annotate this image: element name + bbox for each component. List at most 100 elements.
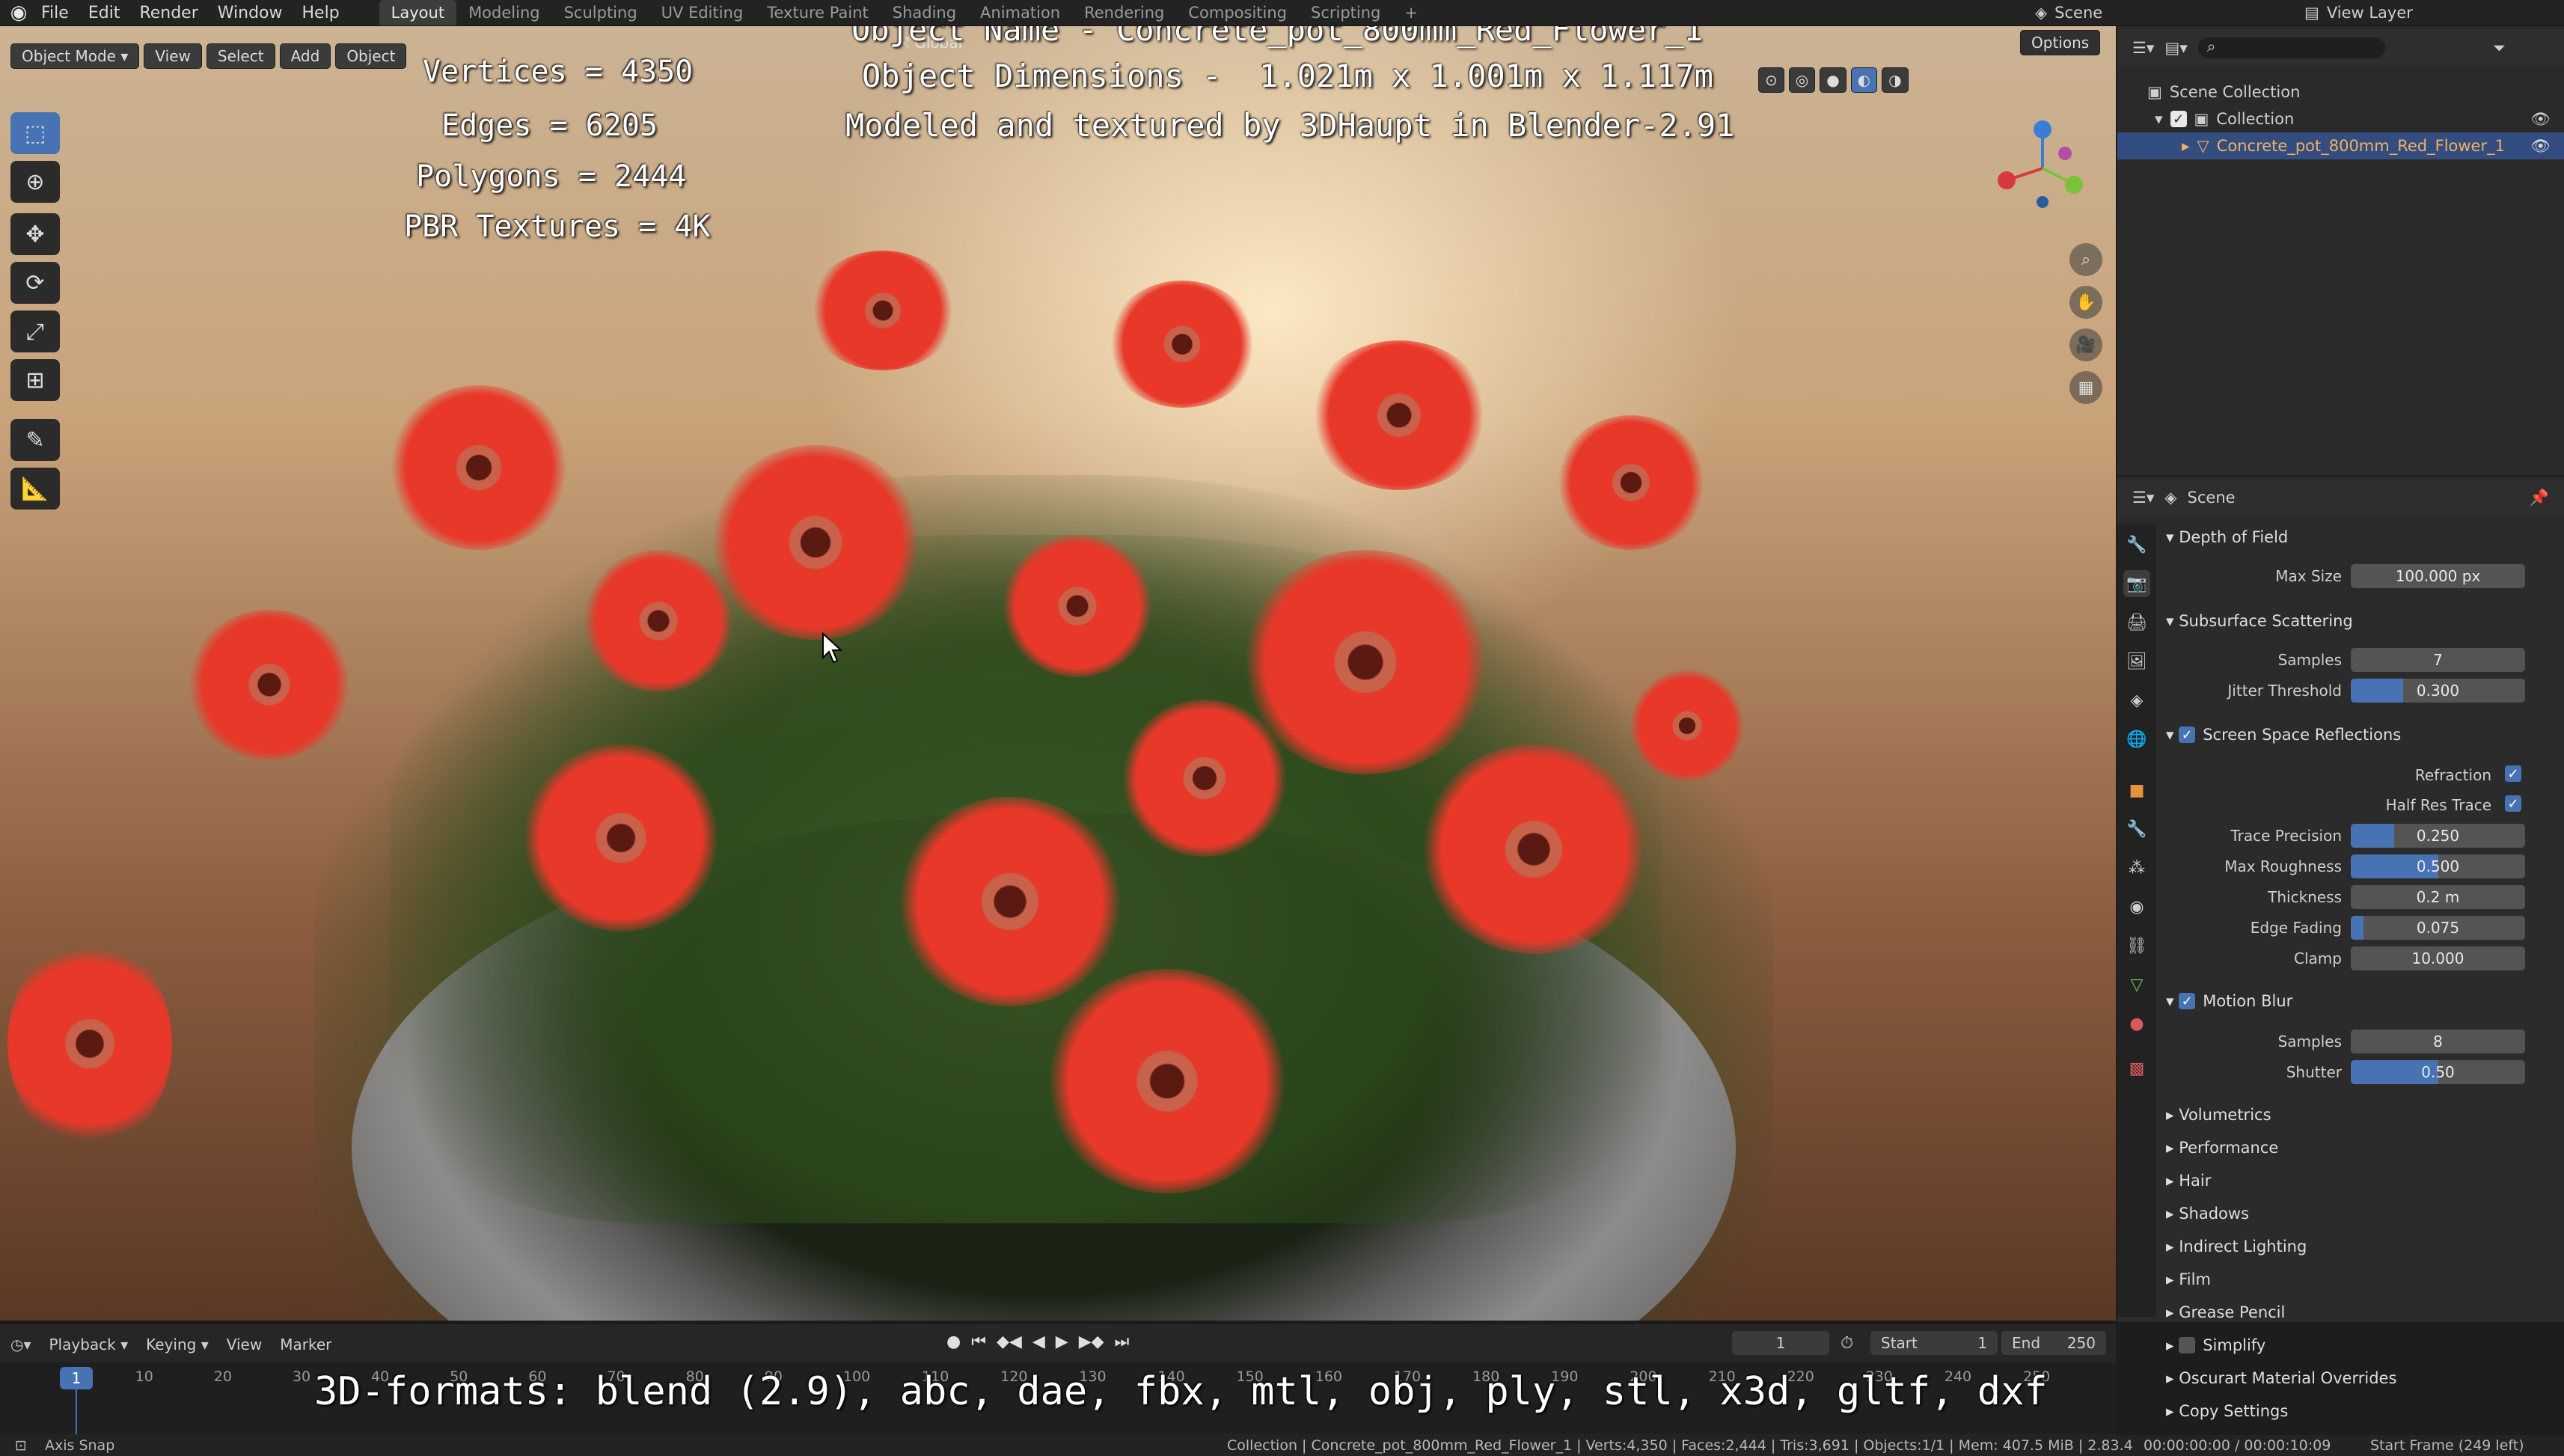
- object-menu[interactable]: Object: [335, 43, 407, 69]
- section-grease-pencil[interactable]: ▸ Grease Pencil: [2166, 1299, 2555, 1326]
- editor-type-icon[interactable]: ☰▾: [2132, 489, 2154, 507]
- section-motion-blur[interactable]: ▾ ✓ Motion Blur: [2166, 988, 2555, 1015]
- view-menu[interactable]: View: [144, 43, 202, 69]
- 3d-viewport[interactable]: Object Mode ▾ View Select Add Object ⤧ G…: [0, 26, 2116, 1321]
- menu-render[interactable]: Render: [129, 4, 207, 22]
- object-tab-icon[interactable]: ■: [2123, 777, 2150, 804]
- solid-shading-icon[interactable]: ●: [1820, 67, 1846, 93]
- start-frame-field[interactable]: Start 1: [1870, 1331, 1998, 1355]
- tab-compositing[interactable]: Compositing: [1176, 0, 1299, 25]
- section-hair[interactable]: ▸ Hair: [2166, 1167, 2555, 1194]
- section-volumetrics[interactable]: ▸ Volumetrics: [2166, 1101, 2555, 1128]
- select-menu[interactable]: Select: [206, 43, 275, 69]
- max-size-field[interactable]: 100.000 px: [2351, 564, 2525, 588]
- ortho-grid-icon[interactable]: ▦: [2069, 371, 2102, 404]
- options-button[interactable]: Options: [2020, 30, 2101, 55]
- section-subsurface-scattering[interactable]: ▾ Subsurface Scattering: [2166, 608, 2555, 634]
- menu-file[interactable]: File: [31, 4, 79, 22]
- next-keyframe-icon[interactable]: ▶◆: [1079, 1333, 1104, 1351]
- cursor-tool-icon[interactable]: ⊕: [10, 161, 60, 203]
- stopwatch-icon[interactable]: ⏱: [1841, 1334, 1853, 1353]
- tool-tab-icon[interactable]: 🔧: [2123, 531, 2150, 558]
- filter-icon[interactable]: ⏷: [2493, 39, 2506, 58]
- tab-modeling[interactable]: Modeling: [456, 0, 552, 25]
- measure-tool-icon[interactable]: 📐: [10, 468, 60, 510]
- tab-uv-editing[interactable]: UV Editing: [649, 0, 756, 25]
- annotate-tool-icon[interactable]: ✎: [10, 419, 60, 461]
- scale-tool-icon[interactable]: ⤢: [10, 311, 60, 352]
- move-tool-icon[interactable]: ✥: [10, 213, 60, 255]
- jump-end-icon[interactable]: ⏭: [1115, 1333, 1130, 1351]
- section-depth-of-field[interactable]: ▾ Depth of Field: [2166, 524, 2555, 551]
- tab-animation[interactable]: Animation: [968, 0, 1072, 25]
- view-layer-selector[interactable]: ▤ View Layer: [2304, 0, 2413, 25]
- mb-samples-field[interactable]: 8: [2351, 1030, 2525, 1053]
- expand-arrow-icon[interactable]: ▾: [2155, 110, 2163, 128]
- edge-fading-slider[interactable]: 0.075: [2351, 916, 2525, 940]
- tab-texture-paint[interactable]: Texture Paint: [755, 0, 881, 25]
- scene-selector[interactable]: ◈ Scene: [2035, 0, 2102, 25]
- section-screen-space-reflections[interactable]: ▾ ✓ Screen Space Reflections: [2166, 721, 2555, 748]
- max-roughness-slider[interactable]: 0.500: [2351, 854, 2525, 878]
- material-shading-icon[interactable]: ◐: [1850, 67, 1878, 93]
- clamp-field[interactable]: 10.000: [2351, 946, 2525, 970]
- pan-hand-icon[interactable]: ✋: [2069, 286, 2102, 319]
- keying-menu[interactable]: Keying ▾: [146, 1336, 209, 1353]
- visibility-eye-icon[interactable]: 👁: [2530, 110, 2551, 129]
- end-frame-field[interactable]: End 250: [2001, 1331, 2106, 1355]
- editor-type-icon[interactable]: ◷▾: [10, 1336, 31, 1353]
- editor-type-icon[interactable]: ☰▾: [2132, 39, 2154, 57]
- overlay-toggle-icon[interactable]: ⊙: [1758, 67, 1784, 93]
- tab-sculpting[interactable]: Sculpting: [552, 0, 649, 25]
- sss-samples-field[interactable]: 7: [2351, 648, 2525, 672]
- section-shadows[interactable]: ▸ Shadows: [2166, 1200, 2555, 1227]
- outliner-search-input[interactable]: ⌕: [2197, 37, 2385, 58]
- output-tab-icon[interactable]: 🖨: [2123, 609, 2150, 636]
- jump-start-icon[interactable]: ⏮: [971, 1333, 986, 1351]
- wireframe-shading-icon[interactable]: ◎: [1788, 67, 1816, 93]
- motion-blur-checkbox[interactable]: ✓: [2179, 993, 2196, 1009]
- outliner-row-scene-collection[interactable]: ▣ Scene Collection: [2117, 79, 2564, 105]
- tab-layout[interactable]: Layout: [379, 0, 457, 25]
- mode-dropdown[interactable]: Object Mode ▾: [10, 43, 140, 69]
- navigation-gizmo[interactable]: [1990, 116, 2095, 221]
- tab-scripting[interactable]: Scripting: [1299, 0, 1392, 25]
- menu-window[interactable]: Window: [208, 4, 293, 22]
- tab-shading[interactable]: Shading: [881, 0, 968, 25]
- transform-tool-icon[interactable]: ⊞: [10, 359, 60, 401]
- shutter-slider[interactable]: 0.50: [2351, 1060, 2525, 1084]
- data-tab-icon[interactable]: ▽: [2123, 971, 2150, 998]
- section-oscurart-material-overrides[interactable]: ▸ Oscurart Material Overrides: [2166, 1365, 2555, 1392]
- marker-menu[interactable]: Marker: [280, 1336, 331, 1353]
- play-icon[interactable]: ▶: [1056, 1333, 1068, 1351]
- add-workspace-icon[interactable]: +: [1392, 0, 1430, 25]
- record-icon[interactable]: ●: [946, 1333, 961, 1351]
- tab-rendering[interactable]: Rendering: [1072, 0, 1176, 25]
- expand-arrow-icon[interactable]: ▸: [2182, 137, 2190, 155]
- blender-logo-icon[interactable]: ◉: [6, 0, 31, 25]
- section-indirect-lighting[interactable]: ▸ Indirect Lighting: [2166, 1233, 2555, 1260]
- visibility-eye-icon[interactable]: 👁: [2530, 137, 2551, 156]
- playhead[interactable]: 1: [60, 1367, 93, 1389]
- section-film[interactable]: ▸ Film: [2166, 1266, 2555, 1293]
- display-mode-icon[interactable]: ▤▾: [2164, 39, 2187, 57]
- select-box-tool-icon[interactable]: ⬚: [10, 112, 60, 154]
- camera-view-icon[interactable]: 🎥: [2069, 328, 2102, 361]
- section-performance[interactable]: ▸ Performance: [2166, 1134, 2555, 1161]
- section-copy-settings[interactable]: ▸ Copy Settings: [2166, 1398, 2555, 1425]
- outliner-row-collection[interactable]: ▾ ✓ ▣ Collection 👁: [2117, 105, 2564, 132]
- trace-precision-slider[interactable]: 0.250: [2351, 824, 2525, 848]
- outliner-row-object[interactable]: ▸ ▽ Concrete_pot_800mm_Red_Flower_1 👁: [2117, 132, 2564, 159]
- ssr-checkbox[interactable]: ✓: [2179, 727, 2196, 743]
- playback-menu[interactable]: Playback ▾: [49, 1336, 129, 1353]
- view-menu[interactable]: View: [227, 1336, 262, 1353]
- rendered-shading-icon[interactable]: ◑: [1882, 67, 1909, 93]
- collection-checkbox[interactable]: ✓: [2170, 111, 2187, 127]
- add-menu[interactable]: Add: [279, 43, 331, 69]
- thickness-field[interactable]: 0.2 m: [2351, 885, 2525, 909]
- menu-help[interactable]: Help: [293, 4, 349, 22]
- section-simplify[interactable]: ▸ Simplify: [2166, 1332, 2555, 1359]
- rotate-tool-icon[interactable]: ⟳: [10, 262, 60, 304]
- jitter-threshold-slider[interactable]: 0.300: [2351, 679, 2525, 703]
- menu-edit[interactable]: Edit: [79, 4, 130, 22]
